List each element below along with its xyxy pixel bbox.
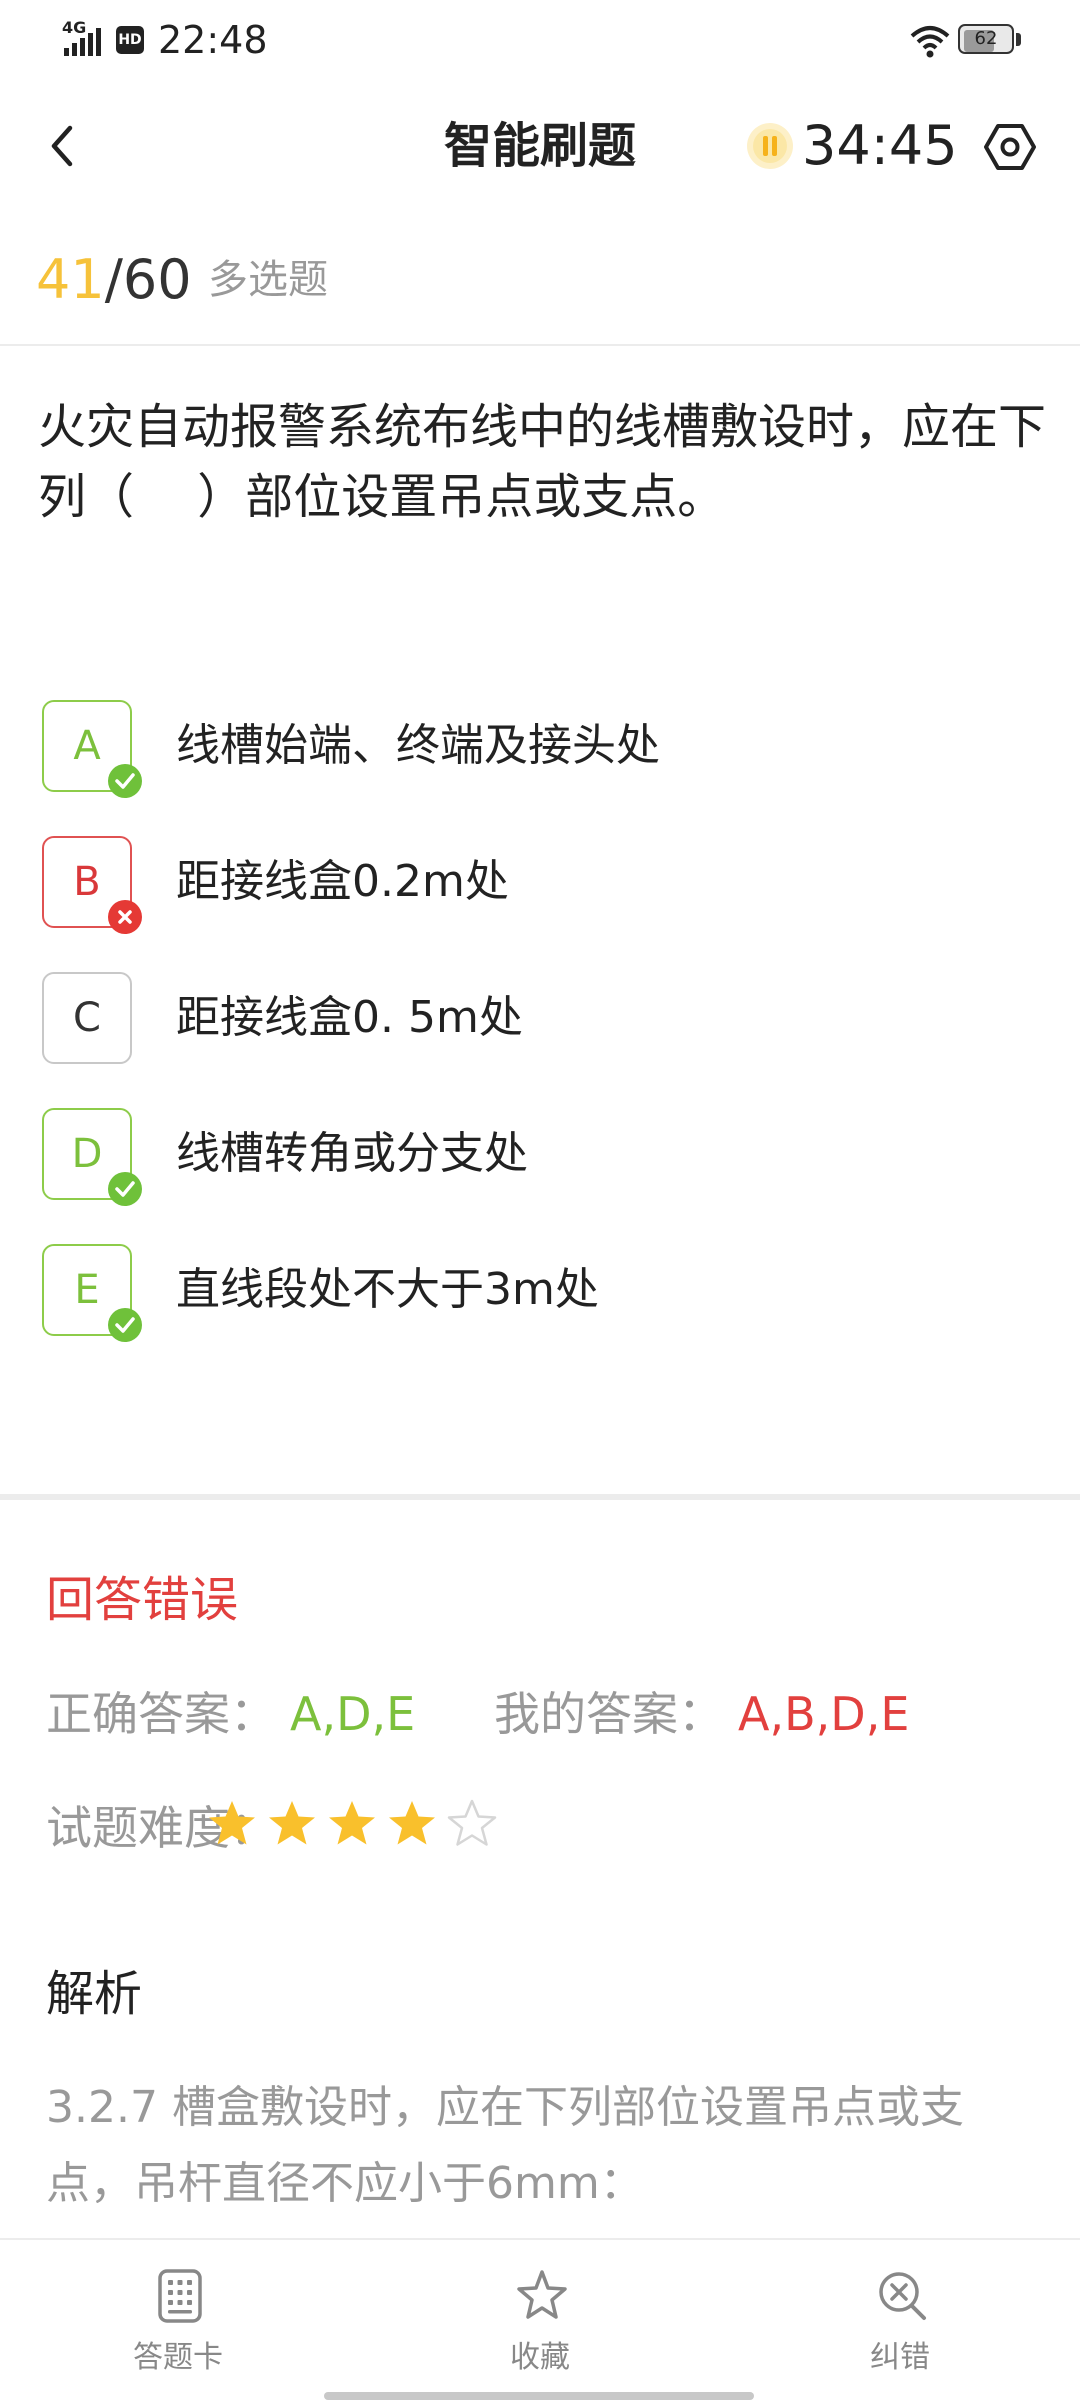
option-text: 距接线盒0. 5m处 [176, 992, 523, 1043]
star-empty-icon [447, 1799, 497, 1846]
countdown-timer: 34:45 [802, 114, 958, 177]
bottom-tab-bar: 答题卡 收藏 纠错 [0, 2238, 1080, 2408]
top-nav-bar: 智能刷题 34:45 [0, 90, 1080, 202]
analysis-title: 解析 [46, 1966, 143, 2022]
tab-label: 答题卡 [133, 2340, 223, 2375]
answer-card-icon [158, 2269, 202, 2323]
option-letter: C [42, 972, 132, 1064]
option-text: 直线段处不大于3m处 [176, 1264, 599, 1315]
status-bar: 4G HD 22:48 62 [0, 0, 1080, 80]
error-search-icon [879, 2272, 926, 2320]
hd-label: HD [116, 26, 144, 54]
question-text: 火灾自动报警系统布线中的线槽敷设时，应在下列（ ）部位设置吊点或支点。 [38, 399, 1047, 525]
star-filled-icon [329, 1801, 375, 1845]
answer-row: 正确答案： A,D,E 我的答案： A,B,D,E [46, 1682, 1046, 1746]
pause-icon [747, 123, 793, 169]
progress-separator: / [104, 248, 123, 311]
option-text: 距接线盒0.2m处 [176, 856, 509, 907]
total-questions: 60 [122, 248, 192, 311]
current-question-number: 41 [36, 248, 105, 311]
correct-answer-value: A,D,E [290, 1687, 416, 1741]
cellular-signal-icon: 4G [62, 18, 110, 60]
star-filled-icon [389, 1801, 435, 1845]
tab-favorite[interactable]: 收藏 [440, 2240, 640, 2390]
hexagon-settings-icon [984, 124, 1036, 170]
question-progress: 41/60 [36, 248, 192, 312]
check-icon [108, 1172, 142, 1206]
my-answer-label: 我的答案： [494, 1687, 724, 1741]
hd-icon: HD [116, 24, 146, 56]
option-b[interactable]: B 距接线盒0.2m处 [42, 836, 1042, 934]
clock: 22:48 [158, 18, 268, 62]
option-d[interactable]: D 线槽转角或分支处 [42, 1108, 1042, 1206]
tab-answer-card[interactable]: 答题卡 [78, 2240, 278, 2390]
check-icon [108, 764, 142, 798]
wifi-icon [908, 24, 952, 58]
correct-answer-label: 正确答案： [46, 1687, 276, 1741]
section-divider [0, 1494, 1080, 1500]
battery-level: 62 [974, 28, 998, 49]
check-icon [108, 1308, 142, 1342]
analysis-text: 3.2.7 槽盒敷设时，应在下列部位设置吊点或支点，吊杆直径不应小于6mm： [46, 2082, 964, 2209]
option-c[interactable]: C 距接线盒0. 5m处 [42, 972, 1042, 1068]
home-indicator [324, 2392, 754, 2400]
pause-button[interactable] [744, 120, 796, 172]
tab-report-error[interactable]: 纠错 [800, 2240, 1000, 2390]
option-e[interactable]: E 直线段处不大于3m处 [42, 1244, 1042, 1342]
settings-button[interactable] [982, 122, 1038, 172]
result-status: 回答错误 [46, 1572, 239, 1628]
star-filled-icon [209, 1801, 255, 1845]
battery-icon: 62 [958, 24, 1022, 56]
star-filled-icon [269, 1801, 315, 1845]
tab-label: 纠错 [870, 2340, 930, 2375]
divider [0, 344, 1080, 346]
option-text: 线槽始端、终端及接头处 [176, 720, 660, 771]
question-type-label: 多选题 [208, 257, 328, 303]
cross-icon [108, 900, 142, 934]
my-answer-value: A,B,D,E [738, 1687, 910, 1741]
star-outline-icon [517, 2270, 567, 2319]
difficulty-row: 试题难度： [46, 1794, 1046, 1864]
option-text: 线槽转角或分支处 [176, 1128, 528, 1179]
tab-label: 收藏 [510, 2340, 570, 2375]
option-a[interactable]: A 线槽始端、终端及接头处 [42, 700, 1042, 798]
